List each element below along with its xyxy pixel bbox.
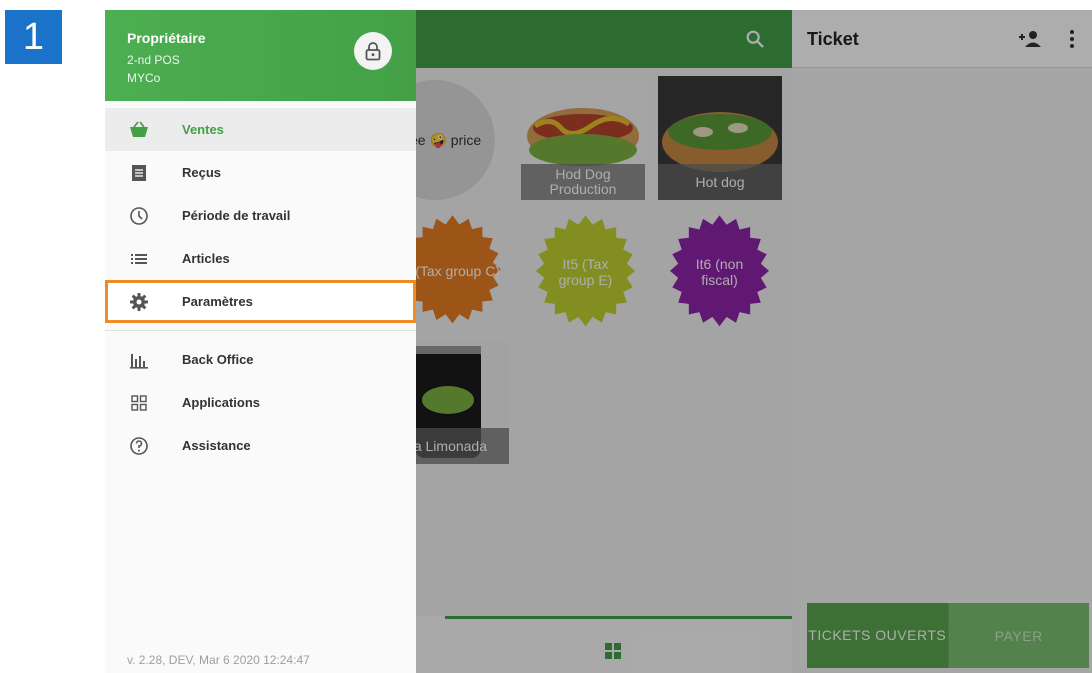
pos-name: 2-nd POS <box>127 53 180 67</box>
list-icon <box>131 254 147 264</box>
menu-item-articles[interactable]: Articles <box>105 237 416 280</box>
lock-icon <box>365 42 381 61</box>
receipt-icon <box>132 165 146 181</box>
owner-name: Propriétaire <box>127 30 206 46</box>
screenshot-root: 1 ee 🤪 price Hod Dog Production Hot dog … <box>0 0 1092 673</box>
drawer-header: Propriétaire 2-nd POS MYCo <box>105 10 416 101</box>
drawer-menu: Ventes Reçus Période de travail Articles… <box>105 108 416 467</box>
menu-item-assistance[interactable]: Assistance <box>105 424 416 467</box>
apps-icon <box>131 395 147 411</box>
clock-icon <box>130 207 148 225</box>
app-version: v. 2.28, DEV, Mar 6 2020 12:24:47 <box>127 653 310 667</box>
menu-item-label: Applications <box>182 395 261 410</box>
menu-item-back-office[interactable]: Back Office <box>105 338 416 381</box>
menu-item-label: Assistance <box>182 438 251 453</box>
company-name: MYCo <box>127 71 161 85</box>
gear-icon <box>130 293 148 311</box>
menu-item-recus[interactable]: Reçus <box>105 151 416 194</box>
menu-item-label: Paramètres <box>182 294 253 309</box>
basket-icon <box>130 121 148 137</box>
menu-item-label: Articles <box>182 251 230 266</box>
menu-item-applications[interactable]: Applications <box>105 381 416 424</box>
menu-divider <box>105 330 416 331</box>
menu-item-ventes[interactable]: Ventes <box>105 108 416 151</box>
menu-item-periode-de-travail[interactable]: Période de travail <box>105 194 416 237</box>
bar-chart-icon <box>130 354 148 369</box>
menu-item-parametres[interactable]: Paramètres <box>105 280 416 323</box>
menu-item-label: Reçus <box>182 165 222 180</box>
pos-app-window: ee 🤪 price Hod Dog Production Hot dog It… <box>105 10 1092 673</box>
navigation-drawer: Propriétaire 2-nd POS MYCo Ventes Reçus … <box>105 10 416 673</box>
menu-item-label: Back Office <box>182 352 254 367</box>
step-number-badge: 1 <box>5 10 62 64</box>
menu-item-label: Ventes <box>182 122 224 137</box>
lock-button[interactable] <box>354 32 392 70</box>
menu-item-label: Période de travail <box>182 208 291 223</box>
help-icon <box>130 437 148 455</box>
